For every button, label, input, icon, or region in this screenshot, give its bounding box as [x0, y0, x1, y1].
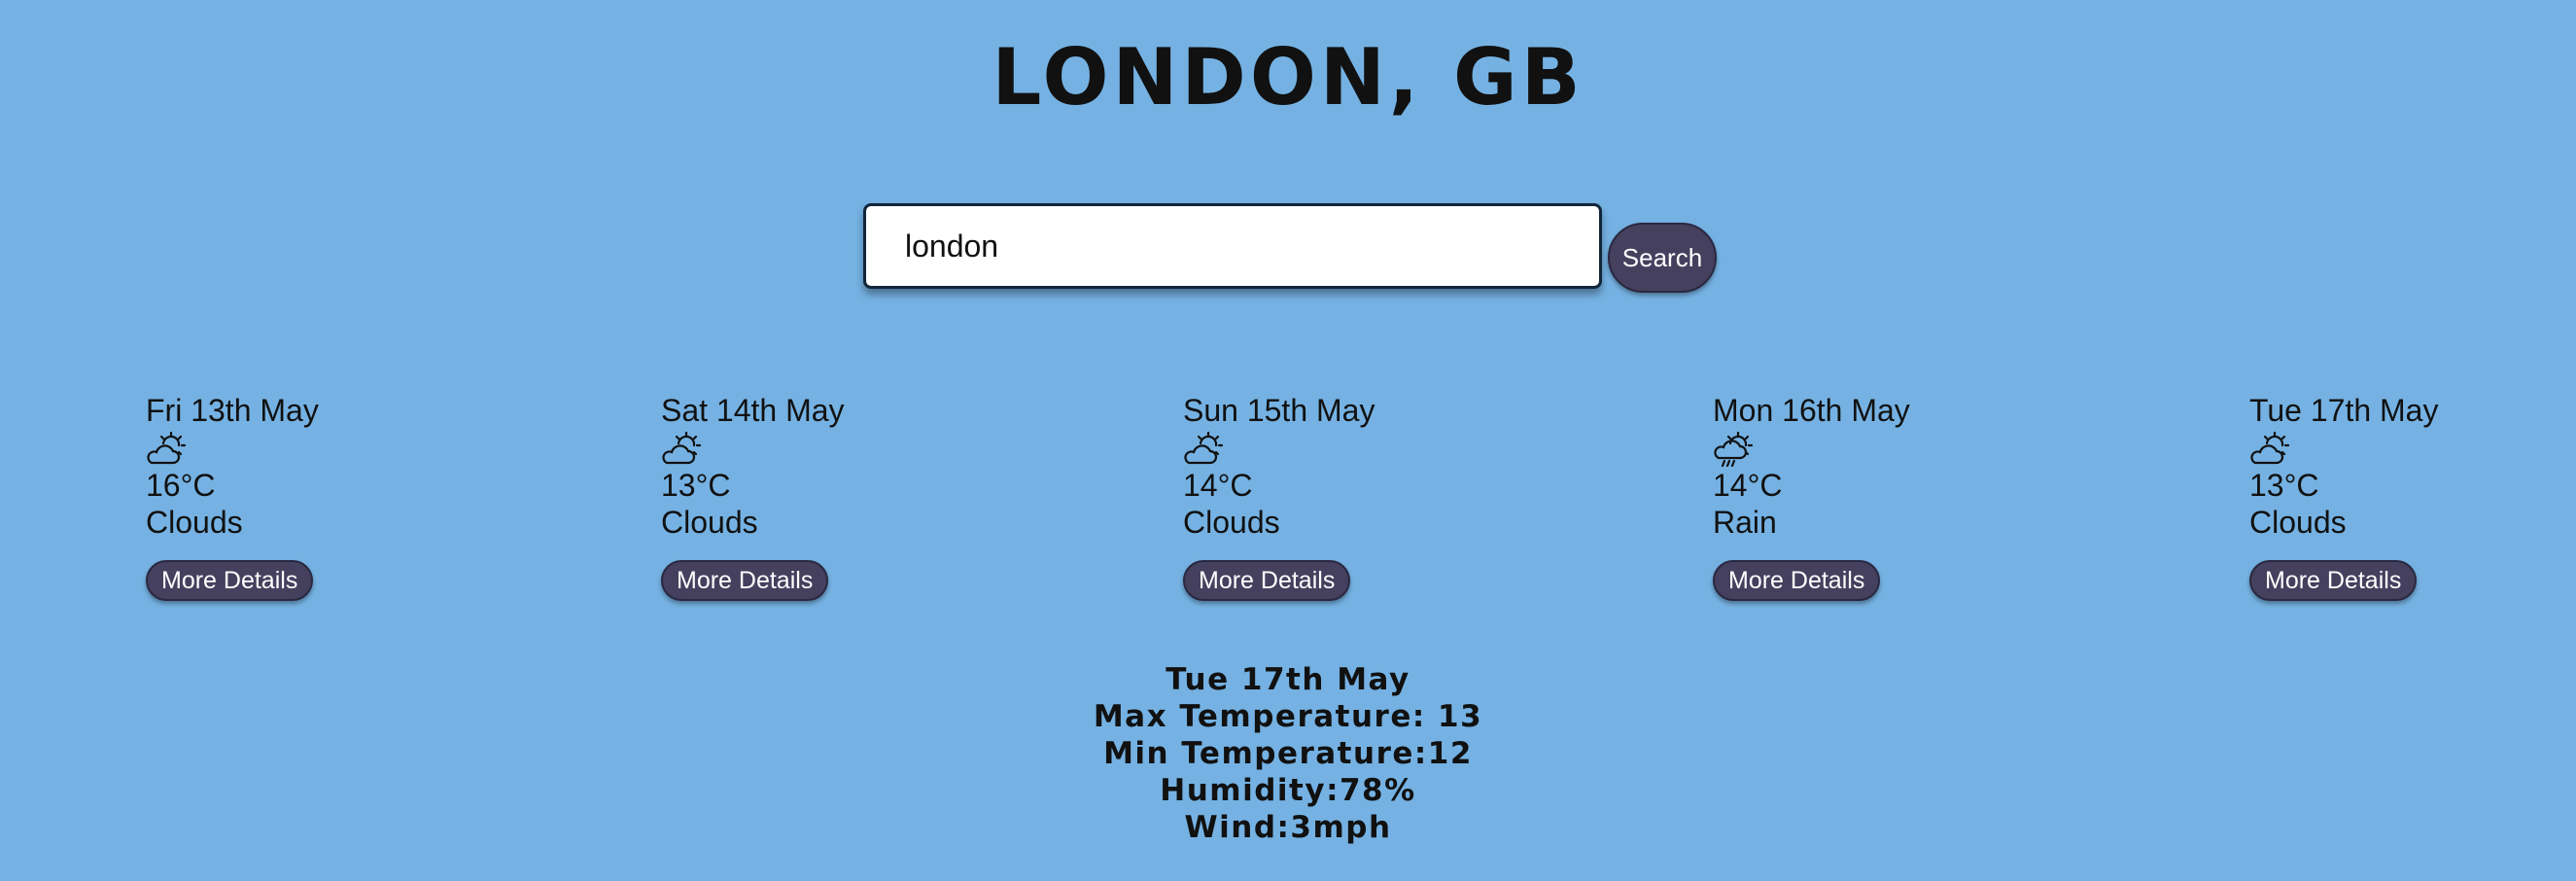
forecast-condition: Clouds [661, 505, 758, 540]
more-details-button[interactable]: More Details [2249, 560, 2418, 601]
forecast-condition: Clouds [1183, 505, 1280, 540]
search-button[interactable]: Search [1608, 223, 1717, 293]
more-details-button[interactable]: More Details [1713, 560, 1881, 601]
cloud-sun-icon [147, 432, 187, 465]
forecast-day-card: Fri 13th May 16°C Clouds More Details [146, 389, 319, 601]
forecast-day-card: Sun 15th May 14°C Clouds More Details [1183, 389, 1375, 601]
more-details-button[interactable]: More Details [1183, 560, 1351, 601]
forecast-date: Sat 14th May [661, 393, 845, 428]
forecast-day-card: Tue 17th May 13°C Clouds More Details [2249, 389, 2438, 601]
forecast-condition: Clouds [146, 505, 243, 540]
cloud-sun-icon [1184, 432, 1224, 465]
details-wind: Wind:3mph [1184, 810, 1392, 845]
cloud-sun-rain-icon [1714, 432, 1754, 467]
details-date: Tue 17th May [1166, 662, 1410, 697]
details-max-temperature: Max Temperature: 13 [1093, 699, 1483, 734]
more-details-button[interactable]: More Details [661, 560, 829, 601]
details-min-temperature: Min Temperature:12 [1103, 736, 1473, 771]
forecast-temperature: 14°C [1713, 468, 1783, 503]
forecast-condition: Rain [1713, 505, 1777, 540]
forecast-temperature: 13°C [661, 468, 731, 503]
forecast-condition: Clouds [2249, 505, 2347, 540]
forecast-day-card: Sat 14th May 13°C Clouds More Details [661, 389, 845, 601]
forecast-temperature: 13°C [2249, 468, 2319, 503]
forecast-date: Sun 15th May [1183, 393, 1375, 428]
forecast-date: Fri 13th May [146, 393, 319, 428]
details-panel: Tue 17th May Max Temperature: 13 Min Tem… [0, 661, 2576, 846]
forecast-temperature: 16°C [146, 468, 216, 503]
forecast-date: Mon 16th May [1713, 393, 1910, 428]
cloud-sun-icon [2250, 432, 2290, 465]
search-input[interactable] [863, 203, 1602, 289]
city-title: LONDON, GB [992, 32, 1584, 123]
details-humidity: Humidity:78% [1160, 773, 1416, 808]
cloud-sun-icon [662, 432, 702, 465]
forecast-date: Tue 17th May [2249, 393, 2439, 428]
more-details-button[interactable]: More Details [146, 560, 314, 601]
forecast-temperature: 14°C [1183, 468, 1253, 503]
forecast-day-card: Mon 16th May 14°C Rain More Details [1713, 389, 1910, 601]
